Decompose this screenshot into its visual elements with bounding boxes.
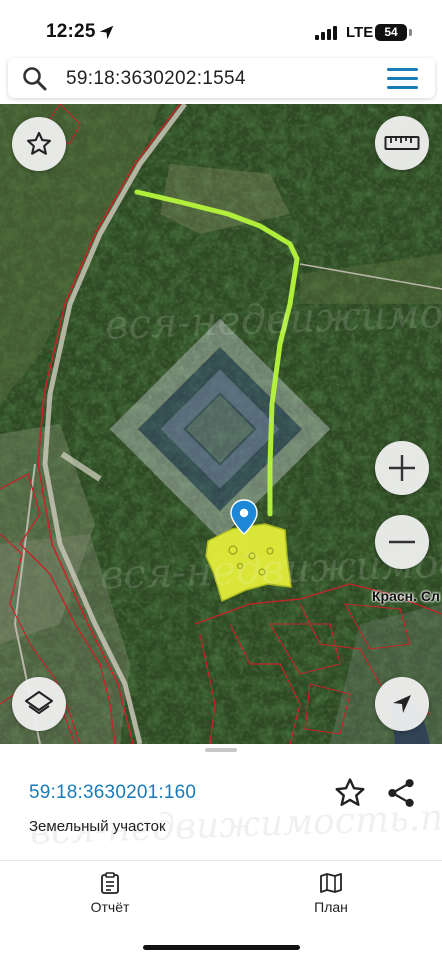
map-icon [320, 873, 342, 893]
divider [0, 860, 442, 861]
parcel-type: Земельный участок [29, 818, 166, 835]
minus-icon [389, 540, 415, 544]
battery-tip [409, 29, 412, 36]
ruler-button[interactable] [375, 116, 429, 170]
plus-icon [389, 455, 415, 481]
layers-icon [25, 691, 53, 714]
nav-plan-label: План [314, 899, 348, 915]
favorite-map-button[interactable] [12, 117, 66, 171]
parcel-info-sheet[interactable]: 59:18:3630201:160 Земельный участок вся-… [0, 744, 442, 960]
search-input[interactable]: 59:18:3630202:1554 [66, 68, 246, 90]
zoom-in-button[interactable] [375, 441, 429, 495]
favorite-star-icon[interactable] [333, 776, 367, 810]
my-location-button[interactable] [375, 677, 429, 731]
location-services-icon [99, 25, 114, 40]
status-bar: 12:25 LTE 54 [0, 0, 442, 54]
battery-icon: 54 [375, 24, 407, 41]
sheet-drag-handle[interactable] [205, 748, 237, 752]
status-time: 12:25 [46, 21, 96, 42]
parcel-id-link[interactable]: 59:18:3630201:160 [29, 782, 196, 804]
network-type: LTE [346, 24, 374, 41]
nav-report-label: Отчёт [90, 899, 130, 915]
zoom-out-button[interactable] [375, 515, 429, 569]
clipboard-icon [101, 872, 119, 894]
nav-report[interactable]: Отчёт [70, 872, 150, 915]
star-icon [26, 131, 52, 155]
search-icon[interactable] [22, 66, 47, 91]
ruler-icon [384, 136, 420, 150]
location-arrow-icon [393, 695, 411, 713]
search-bar[interactable]: 59:18:3630202:1554 [8, 58, 435, 98]
place-label: Красн. Сл [372, 588, 440, 604]
home-indicator [143, 945, 300, 950]
satellite-imagery [0, 104, 442, 744]
map-view[interactable]: вся-недвижимость.net вся-недвижимость.ne… [0, 104, 442, 744]
nav-plan[interactable]: План [291, 872, 371, 915]
share-icon[interactable] [386, 777, 416, 809]
hamburger-menu-icon[interactable] [387, 68, 418, 89]
layers-button[interactable] [12, 677, 66, 731]
signal-icon [315, 26, 337, 40]
